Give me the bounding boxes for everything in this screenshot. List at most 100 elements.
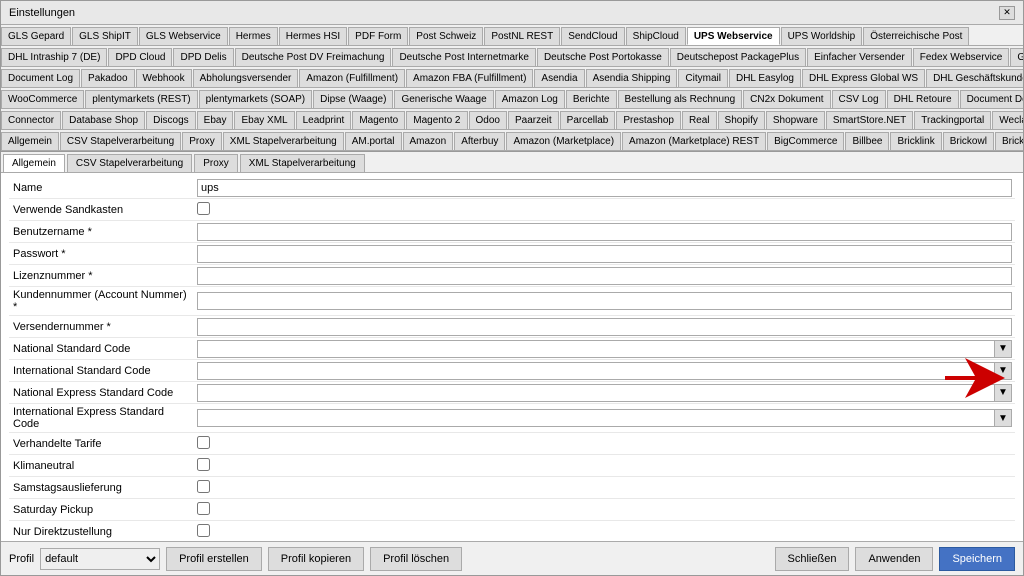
form-input-versendernummer[interactable] [197,318,1012,336]
tab-afterbuy[interactable]: Afterbuy [454,132,505,150]
tab-trackingportal[interactable]: Trackingportal [914,111,991,129]
tab-deutschepost-packageplus[interactable]: Deutschepost PackagePlus [670,48,806,66]
tab-deutsche-post-internetmarke[interactable]: Deutsche Post Internetmarke [392,48,536,66]
tab-bricklink[interactable]: Bricklink [890,132,941,150]
dropdown-input-nationalexpressstandardcode[interactable] [197,384,994,402]
dropdown-input-internationalexpressstandardcode[interactable] [197,409,994,427]
tab-leadprint[interactable]: Leadprint [296,111,352,129]
tab-csv-stapelverarbeitung[interactable]: CSV Stapelverarbeitung [60,132,181,150]
tab-fedex-webservice[interactable]: Fedex Webservice [913,48,1010,66]
tab-shipcloud[interactable]: ShipCloud [626,27,686,45]
sub-tab-xml-stapelverarbeitung[interactable]: XML Stapelverarbeitung [240,154,365,172]
tab-am.portal[interactable]: AM.portal [345,132,402,150]
tab-citymail[interactable]: Citymail [678,69,728,87]
tab-magento-2[interactable]: Magento 2 [406,111,467,129]
save-button[interactable]: Speichern [939,547,1015,571]
tab-gls-webservice[interactable]: GLS Webservice [139,27,228,45]
tab-dpd-cloud[interactable]: DPD Cloud [108,48,172,66]
tab-amazon-(fulfillment)[interactable]: Amazon (Fulfillment) [299,69,405,87]
tab-connector[interactable]: Connector [1,111,61,129]
tab-asendia[interactable]: Asendia [534,69,584,87]
dropdown-input-nationalstandardcode[interactable] [197,340,994,358]
tab-postnl-rest[interactable]: PostNL REST [484,27,560,45]
form-input-passwort[interactable] [197,245,1012,263]
tab-prestashop[interactable]: Prestashop [616,111,681,129]
tab-weclapp[interactable]: Weclapp [992,111,1023,129]
tab-dipse-(waage)[interactable]: Dipse (Waage) [313,90,393,108]
tab-dhl-easylog[interactable]: DHL Easylog [729,69,801,87]
tab-smartstore.net[interactable]: SmartStore.NET [826,111,913,129]
tab-paarzeit[interactable]: Paarzeit [508,111,559,129]
form-input-benutzername[interactable] [197,223,1012,241]
tab-document-log[interactable]: Document Log [1,69,80,87]
tab-woocommerce[interactable]: WooCommerce [1,90,84,108]
tab-proxy[interactable]: Proxy [182,132,222,150]
tab-webhook[interactable]: Webhook [136,69,192,87]
form-input-name[interactable] [197,179,1012,197]
sub-tab-csv-stapelverarbeitung[interactable]: CSV Stapelverarbeitung [67,154,192,172]
dropdown-btn-internationalexpressstandardcode[interactable]: ▼ [994,409,1012,427]
create-profile-button[interactable]: Profil erstellen [166,547,262,571]
tab-brickscout[interactable]: Brickscout [995,132,1023,150]
tab-ups-webservice[interactable]: UPS Webservice [687,27,780,45]
tab-document-downloader[interactable]: Document Downloader [960,90,1023,108]
tab-pakadoo[interactable]: Pakadoo [81,69,134,87]
tab-bigcommerce[interactable]: BigCommerce [767,132,844,150]
tab-pdf-form[interactable]: PDF Form [348,27,408,45]
close-button[interactable]: Schließen [775,547,850,571]
form-checkbox-verwendesandkasten[interactable] [197,202,210,215]
tab-discogs[interactable]: Discogs [146,111,196,129]
tab-ups-worldship[interactable]: UPS Worldship [781,27,863,45]
tab-database-shop[interactable]: Database Shop [62,111,145,129]
tab-post-schweiz[interactable]: Post Schweiz [409,27,483,45]
tab-shopify[interactable]: Shopify [718,111,765,129]
form-checkbox-klimaneutral[interactable] [197,458,210,471]
tab-shopware[interactable]: Shopware [766,111,825,129]
form-input-lizenznummer[interactable] [197,267,1012,285]
tab-plentymarkets-(soap)[interactable]: plentymarkets (SOAP) [199,90,312,108]
tab-plentymarkets-(rest)[interactable]: plentymarkets (REST) [85,90,197,108]
tab-gls-shipit[interactable]: GLS ShipIT [72,27,138,45]
tab-generische-waage[interactable]: Generische Waage [394,90,493,108]
tab-csv-log[interactable]: CSV Log [832,90,886,108]
tab-hermes[interactable]: Hermes [229,27,278,45]
tab-brickowl[interactable]: Brickowl [943,132,994,150]
tab-gls-gepard[interactable]: GLS Gepard [1,27,71,45]
tab-amazon-fba-(fulfillment)[interactable]: Amazon FBA (Fulfillment) [406,69,533,87]
form-checkbox-verhandeltetarife[interactable] [197,436,210,449]
tab-dpd-delis[interactable]: DPD Delis [173,48,233,66]
tab-berichte[interactable]: Berichte [566,90,617,108]
tab-deutsche-post-dv-freimachung[interactable]: Deutsche Post DV Freimachung [235,48,392,66]
tab-allgemein[interactable]: Allgemein [1,132,59,150]
tab-ebay[interactable]: Ebay [197,111,234,129]
form-checkbox-nurdirektzustellung[interactable] [197,524,210,537]
sub-tab-allgemein[interactable]: Allgemein [3,154,65,172]
form-checkbox-saturdaypickup[interactable] [197,502,210,515]
tab-sendcloud[interactable]: SendCloud [561,27,624,45]
tab-abholungsversender[interactable]: Abholungsversender [193,69,299,87]
tab-billbee[interactable]: Billbee [845,132,889,150]
tab-dhl-geschäftskundenversand[interactable]: DHL Geschäftskundenversand [926,69,1023,87]
tab-österreichische-post[interactable]: Österreichische Post [863,27,969,45]
tab-cn2x-dokument[interactable]: CN2x Dokument [743,90,830,108]
close-button[interactable]: ✕ [999,6,1015,20]
tab-dhl-express-global-ws[interactable]: DHL Express Global WS [802,69,925,87]
tab-magento[interactable]: Magento [352,111,405,129]
dropdown-input-internationalstandardcode[interactable] [197,362,994,380]
tab-amazon-log[interactable]: Amazon Log [495,90,565,108]
tab-xml-stapelverarbeitung[interactable]: XML Stapelverarbeitung [223,132,344,150]
profile-select[interactable]: default [40,548,160,570]
apply-button[interactable]: Anwenden [855,547,933,571]
tab-hermes-hsi[interactable]: Hermes HSI [279,27,347,45]
tab-parcellab[interactable]: Parcellab [560,111,616,129]
form-checkbox-samstagsauslieferung[interactable] [197,480,210,493]
tab-dhl-intraship-7-(de)[interactable]: DHL Intraship 7 (DE) [1,48,107,66]
tab-dhl-retoure[interactable]: DHL Retoure [887,90,959,108]
tab-real[interactable]: Real [682,111,717,129]
tab-amazon[interactable]: Amazon [403,132,454,150]
tab-amazon-(marketplace)-rest[interactable]: Amazon (Marketplace) REST [622,132,766,150]
tab-bestellung-als-rechnung[interactable]: Bestellung als Rechnung [618,90,743,108]
tab-odoo[interactable]: Odoo [469,111,507,129]
tab-asendia-shipping[interactable]: Asendia Shipping [586,69,678,87]
dropdown-btn-nationalexpressstandardcode[interactable]: ▼ [994,384,1012,402]
